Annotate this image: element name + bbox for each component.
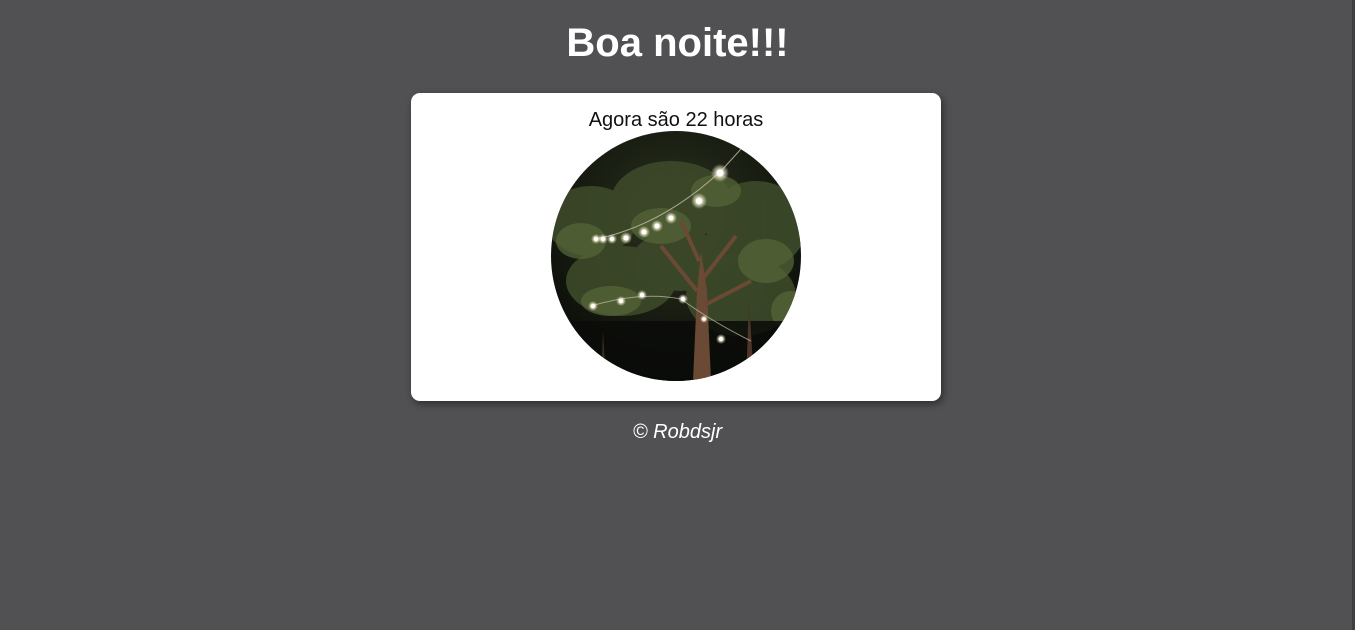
greeting-heading: Boa noite!!! [566, 21, 789, 65]
time-card: Agora são 22 horas [411, 93, 941, 401]
page: Boa noite!!! Agora são 22 horas © Robdsj… [0, 0, 1355, 630]
night-trees-image [551, 131, 801, 381]
night-photo [551, 131, 801, 381]
time-text: Agora são 22 horas [588, 109, 764, 131]
copyright-footer: © Robdsjr [632, 421, 723, 443]
